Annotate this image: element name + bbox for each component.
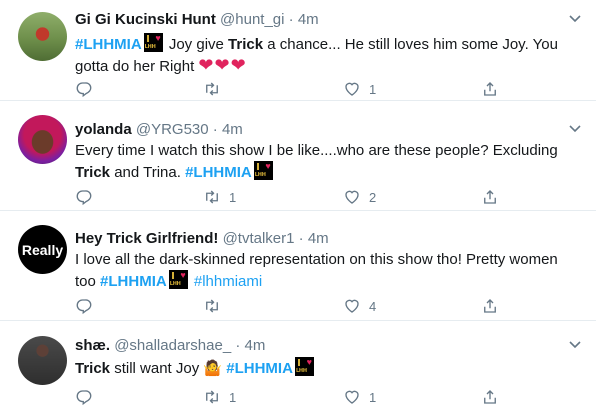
- tweet-2[interactable]: yolanda @YRG530 · 4m Every time I watch …: [0, 101, 596, 211]
- like-button[interactable]: 2: [343, 187, 376, 207]
- share-button[interactable]: [481, 79, 499, 99]
- timestamp[interactable]: 4m: [245, 337, 266, 354]
- like-icon: [345, 390, 359, 404]
- tweet-header: Gi Gi Kucinski Hunt @hunt_gi · 4m: [75, 10, 319, 30]
- tweet-text: #LHHMIA ♥ LHH Joy give Trick a chance... H…: [75, 33, 558, 75]
- tweet-header: Hey Trick Girlfriend! @tvtalker1 · 4m: [75, 229, 329, 249]
- share-icon: [484, 190, 496, 204]
- share-icon: [484, 82, 496, 96]
- separator-dot: ·: [298, 230, 304, 247]
- chevron-down-icon[interactable]: [568, 338, 582, 352]
- author-handle[interactable]: @YRG530: [136, 121, 209, 138]
- chevron-down-icon[interactable]: [568, 12, 582, 26]
- author-name[interactable]: Hey Trick Girlfriend!: [75, 230, 218, 247]
- like-icon: [345, 299, 359, 313]
- like-button[interactable]: 1: [343, 79, 376, 99]
- share-button[interactable]: [481, 296, 499, 316]
- hashtag-link[interactable]: #LHHMIA: [75, 36, 142, 53]
- retweet-button[interactable]: [203, 79, 229, 99]
- tweet-header: shæ. @shalladarshae_ · 4m: [75, 336, 265, 356]
- share-button[interactable]: [481, 387, 499, 407]
- tweet-text: Trick still want Joy 🤷 #LHHMIA ♥ LHH: [75, 357, 314, 377]
- lhh-badge-icon: ♥ LHH: [253, 161, 273, 180]
- share-icon: [484, 390, 496, 404]
- lhh-badge-icon: ♥ LHH: [143, 33, 163, 52]
- author-name[interactable]: yolanda: [75, 121, 132, 138]
- timestamp[interactable]: 4m: [298, 11, 319, 28]
- avatar[interactable]: [18, 115, 67, 164]
- reply-button[interactable]: [75, 187, 101, 207]
- hashtag-link[interactable]: #LHHMIA: [185, 164, 252, 181]
- tweet-1[interactable]: Gi Gi Kucinski Hunt @hunt_gi · 4m #LHHMI…: [0, 0, 596, 101]
- tweet-actions: 1 2: [75, 187, 505, 207]
- share-button[interactable]: [481, 187, 499, 207]
- reply-button[interactable]: [75, 296, 101, 316]
- tweet-4[interactable]: shæ. @shalladarshae_ · 4m Trick still wa…: [0, 321, 596, 409]
- author-handle[interactable]: @hunt_gi: [220, 11, 284, 28]
- chevron-down-icon[interactable]: [568, 122, 582, 136]
- author-handle[interactable]: @tvtalker1: [223, 230, 295, 247]
- author-handle[interactable]: @shalladarshae_: [114, 337, 231, 354]
- like-button[interactable]: 1: [343, 387, 376, 407]
- tweet-actions: 1: [75, 79, 505, 99]
- timestamp[interactable]: 4m: [308, 230, 329, 247]
- retweet-icon: [206, 390, 218, 404]
- timestamp[interactable]: 4m: [222, 121, 243, 138]
- reply-button[interactable]: [75, 79, 101, 99]
- hashtag-link[interactable]: #LHHMIA: [100, 273, 167, 290]
- retweet-button[interactable]: [203, 296, 229, 316]
- reply-icon: [76, 299, 92, 315]
- retweet-icon: [206, 82, 218, 96]
- share-icon: [484, 299, 496, 313]
- tweet-actions: 1 1: [75, 387, 505, 407]
- avatar[interactable]: [18, 336, 67, 385]
- lhh-badge-icon: ♥ LHH: [294, 357, 314, 376]
- separator-dot: ·: [212, 121, 218, 138]
- lhh-badge-icon: ♥ LHH: [168, 270, 188, 289]
- person-shrugging-icon: 🤷: [203, 360, 223, 377]
- reply-icon: [76, 82, 92, 98]
- like-icon: [345, 82, 359, 96]
- avatar-text: Really: [21, 241, 64, 258]
- like-icon: [345, 190, 359, 204]
- separator-dot: ·: [288, 11, 294, 28]
- tweet-text: Every time I watch this show I be like..…: [75, 142, 558, 181]
- author-name[interactable]: Gi Gi Kucinski Hunt: [75, 11, 216, 28]
- reply-icon: [76, 190, 92, 206]
- author-name[interactable]: shæ.: [75, 337, 110, 354]
- tweet-header: yolanda @YRG530 · 4m: [75, 120, 243, 140]
- hashtag-link[interactable]: #lhhmiami: [194, 273, 262, 290]
- retweet-icon: [206, 299, 218, 313]
- avatar[interactable]: Really: [18, 225, 67, 274]
- avatar[interactable]: [18, 12, 67, 61]
- retweet-button[interactable]: 1: [203, 187, 236, 207]
- reply-button[interactable]: [75, 387, 101, 407]
- like-button[interactable]: 4: [343, 296, 376, 316]
- heart-emoji-icon: ❤❤❤: [198, 55, 247, 75]
- reply-icon: [76, 390, 92, 406]
- retweet-button[interactable]: 1: [203, 387, 236, 407]
- separator-dot: ·: [235, 337, 241, 354]
- tweet-actions: 4: [75, 296, 505, 316]
- retweet-icon: [206, 190, 218, 204]
- hashtag-link[interactable]: #LHHMIA: [226, 360, 293, 377]
- tweet-text: I love all the dark-skinned representati…: [75, 251, 558, 290]
- tweet-3[interactable]: Really Hey Trick Girlfriend! @tvtalker1 …: [0, 211, 596, 321]
